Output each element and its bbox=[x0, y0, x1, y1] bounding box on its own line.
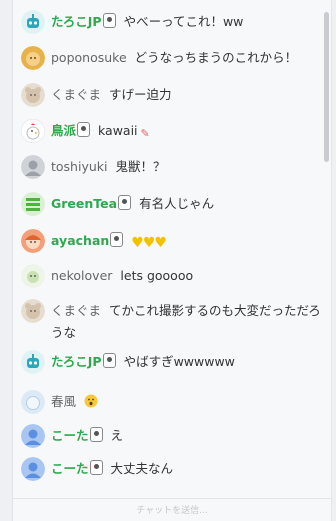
pattern-avatar-icon[interactable] bbox=[21, 192, 45, 216]
yellow-hearts-emoji-icon: ♥♥♥ bbox=[131, 235, 167, 251]
member-badge-icon bbox=[110, 232, 124, 247]
message-text: やべーってこれ！ww bbox=[123, 14, 244, 29]
default-avatar-icon[interactable] bbox=[21, 155, 45, 179]
chat-input-bar: チャットを送信... bbox=[13, 498, 331, 521]
robot-avatar-icon[interactable] bbox=[21, 350, 45, 374]
username[interactable]: poponosuke bbox=[51, 50, 127, 65]
message-text: 有名人じゃん bbox=[139, 196, 215, 211]
username[interactable]: toshiyuki bbox=[51, 159, 108, 174]
message-text: lets gooooo bbox=[120, 268, 194, 283]
message-text: 大丈夫なん bbox=[110, 461, 174, 476]
cat-avatar-icon[interactable] bbox=[21, 264, 45, 288]
username[interactable]: くまぐま bbox=[51, 87, 101, 102]
chicken-avatar-icon[interactable] bbox=[21, 119, 45, 143]
member-badge-icon bbox=[89, 460, 103, 475]
username[interactable]: こーた bbox=[51, 461, 89, 476]
member-badge-icon bbox=[102, 13, 116, 28]
member-badge-icon bbox=[118, 195, 132, 210]
message-text: え bbox=[110, 428, 124, 443]
message-text: すげー迫力 bbox=[109, 87, 172, 102]
bear-avatar-icon[interactable] bbox=[21, 299, 45, 323]
user-avatar[interactable] bbox=[21, 390, 45, 414]
chat-scrollbar[interactable] bbox=[324, 12, 329, 162]
username[interactable]: 鳥派 bbox=[51, 123, 76, 138]
username[interactable]: たろこJP bbox=[51, 14, 102, 29]
default-avatar-icon[interactable] bbox=[21, 424, 45, 448]
username[interactable]: ayachan bbox=[51, 233, 109, 248]
username[interactable]: こーた bbox=[51, 428, 89, 443]
member-badge-icon bbox=[89, 427, 103, 442]
member-badge-icon bbox=[102, 353, 116, 368]
bear-avatar-icon[interactable] bbox=[21, 83, 45, 107]
message-text: どうなっちまうのこれから！ bbox=[134, 50, 298, 65]
member-badge-icon bbox=[77, 122, 91, 137]
sparkle-emoji-icon: ✎ bbox=[140, 127, 150, 140]
surprised-emoji-icon bbox=[84, 393, 98, 415]
username[interactable]: 春風 bbox=[51, 394, 76, 409]
chat-panel: たろこJP やべーってこれ！ww poponosuke どうなっちまうのこれから！ … bbox=[12, 0, 332, 521]
message-text: やばすぎwwwwww bbox=[123, 354, 235, 369]
default-avatar-icon[interactable] bbox=[21, 457, 45, 481]
robot-avatar-icon[interactable] bbox=[21, 10, 45, 34]
message-text: 鬼獣！？ bbox=[115, 159, 166, 174]
user-avatar[interactable] bbox=[21, 46, 45, 70]
girl-avatar-icon[interactable] bbox=[21, 229, 45, 253]
username[interactable]: GreenTea bbox=[51, 196, 117, 211]
username[interactable]: たろこJP bbox=[51, 354, 102, 369]
chat-input[interactable]: チャットを送信... bbox=[136, 503, 208, 516]
username[interactable]: くまぐま bbox=[51, 303, 101, 318]
username[interactable]: nekolover bbox=[51, 268, 112, 283]
message-text: kawaii bbox=[98, 123, 138, 138]
